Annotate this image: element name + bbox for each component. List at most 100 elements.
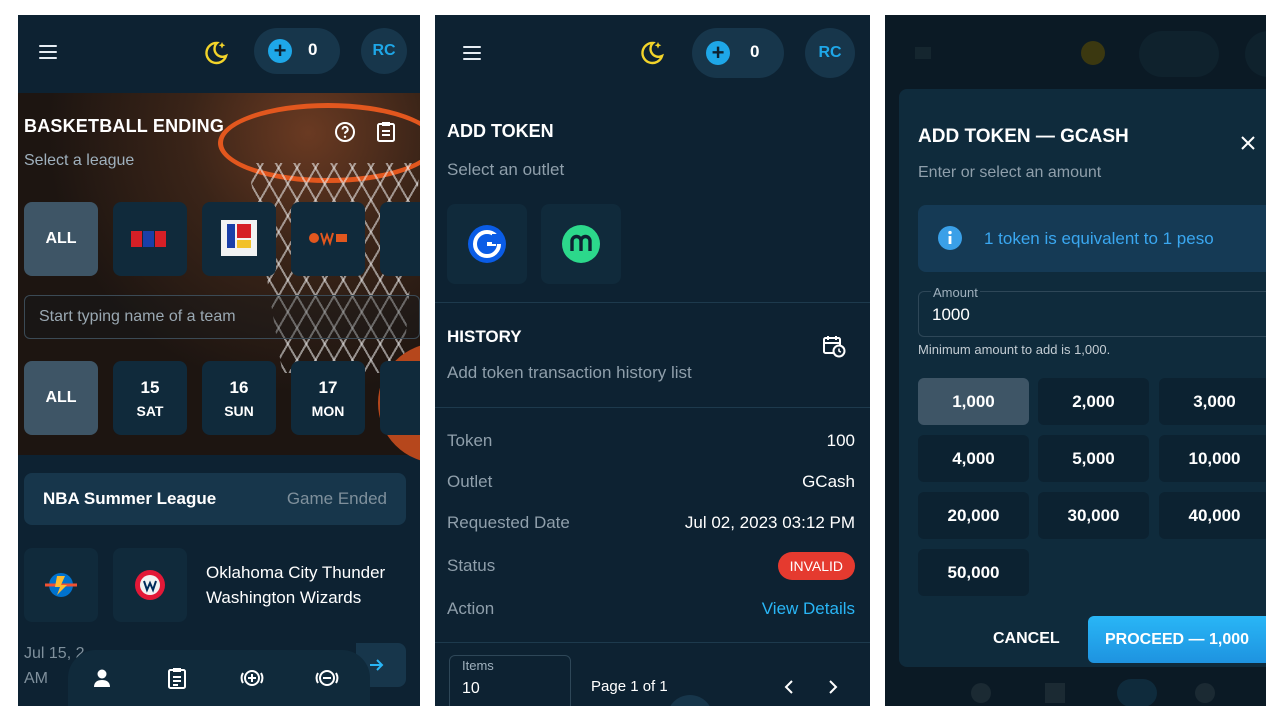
token-balance[interactable]: + 0 [692,28,784,78]
game-status: Game Ended [286,489,387,508]
wnba-logo-icon [309,232,347,246]
maya-logo-icon [562,225,600,263]
divider [435,642,870,643]
close-icon[interactable] [1241,136,1255,150]
floating-nav-button[interactable] [667,695,713,706]
team2-name: Washington Wizards [206,588,362,607]
amount-chip-30000[interactable]: 30,000 [1038,492,1149,539]
bottom-nav [68,650,370,706]
league-card[interactable]: NBA Summer League Game Ended [24,473,406,525]
amount-input[interactable]: Amount 1000 [918,285,1266,337]
amount-chip-20000[interactable]: 20,000 [918,492,1029,539]
amount-helper-text: Minimum amount to add is 1,000. [918,342,1111,357]
amount-chip-2000[interactable]: 2,000 [1038,378,1149,425]
add-token-screen: + 0 RC ADD TOKEN Select an outlet HISTOR… [435,15,870,706]
view-details-link[interactable]: View Details [762,599,855,619]
proceed-button[interactable]: PROCEED — 1,000 [1088,616,1266,663]
league-tile-wnba[interactable] [291,202,365,276]
profile-icon [971,683,991,703]
add-token-icon[interactable]: + [268,39,292,63]
token-balance[interactable]: + 0 [254,28,340,74]
items-per-page-select[interactable]: Items 10 [449,655,571,706]
info-banner: 1 token is equivalent to 1 peso [918,205,1266,272]
date-tile-15[interactable]: 15 SAT [113,361,187,435]
hero-banner: BASKETBALL ENDING Select a league ALL St… [18,93,420,463]
info-text: 1 token is equivalent to 1 peso [984,229,1214,248]
outlet-label: Outlet [447,472,493,491]
clipboard-nav-icon [1045,683,1065,703]
dialog-subtitle: Enter or select an amount [918,164,1102,181]
outlet-value: GCash [802,472,855,491]
league-tile-pba[interactable] [113,202,187,276]
token-count: 0 [308,40,318,59]
history-subtitle: Add token transaction history list [447,363,692,382]
items-label: Items [462,658,494,673]
team1-name: Oklahoma City Thunder [206,563,386,582]
requested-date-label: Requested Date [447,513,570,532]
menu-icon[interactable] [39,45,57,59]
arrow-right-icon [370,659,384,671]
divider [435,407,870,408]
league-tile-more[interactable] [380,202,420,276]
avatar[interactable]: RC [805,28,855,78]
basketball-screen: + 0 RC BASKETBALL ENDING Select a league… [18,15,420,706]
date-tile-all[interactable]: ALL [24,361,98,435]
token-value: 100 [826,431,855,450]
moon-icon [1081,41,1105,65]
divider [435,302,870,303]
avatar [1245,31,1266,77]
moon-icon[interactable] [639,39,665,65]
amount-chip-1000[interactable]: 1,000 [918,378,1029,425]
amount-chip-50000[interactable]: 50,000 [918,549,1029,596]
date-tile-16[interactable]: 16 SUN [202,361,276,435]
avatar[interactable]: RC [361,28,407,74]
calendar-history-icon[interactable] [822,334,846,358]
amount-chip-3000[interactable]: 3,000 [1159,378,1266,425]
help-icon[interactable] [334,121,356,143]
token-balance [1139,31,1219,77]
amount-chip-4000[interactable]: 4,000 [918,435,1029,482]
team2-logo [113,548,187,622]
chevron-left-icon[interactable] [783,679,795,695]
clipboard-nav-icon[interactable] [165,666,189,690]
outlet-maya[interactable] [541,204,621,284]
history-title: HISTORY [447,327,522,346]
top-bar: + 0 RC [18,15,420,90]
withdraw-token-nav-icon [1195,683,1215,703]
date-tile-17[interactable]: 17 MON [291,361,365,435]
profile-icon[interactable] [90,666,114,690]
cancel-button[interactable]: CANCEL [993,630,1060,648]
team-search-input[interactable]: Start typing name of a team [24,295,420,339]
amount-chip-40000[interactable]: 40,000 [1159,492,1266,539]
amount-chip-10000[interactable]: 10,000 [1159,435,1266,482]
page-title: BASKETBALL ENDING [24,116,225,136]
pba-logo-icon [131,231,166,247]
team-search-placeholder: Start typing name of a team [39,308,236,325]
gcash-logo-icon [468,225,506,263]
top-bar: + 0 RC [435,15,870,90]
date-tile-more[interactable] [380,361,420,435]
moon-icon[interactable] [203,39,229,65]
add-token-dialog: ADD TOKEN — GCASH Enter or select an amo… [899,89,1266,667]
clipboard-icon[interactable] [375,120,397,142]
league-tile-mpbl[interactable] [202,202,276,276]
withdraw-token-nav-icon[interactable] [315,666,339,690]
mpbl-logo-icon [221,220,257,256]
add-token-nav-icon[interactable] [240,666,264,690]
outlet-gcash[interactable] [447,204,527,284]
token-count: 0 [750,42,760,61]
page-indicator: Page 1 of 1 [591,678,668,695]
add-token-gcash-screen: ADD TOKEN — GCASH Enter or select an amo… [885,15,1266,706]
chevron-right-icon[interactable] [827,679,839,695]
add-token-icon[interactable]: + [706,41,730,65]
menu-icon[interactable] [463,46,481,60]
page-subtitle: Select an outlet [447,160,565,179]
dialog-title: ADD TOKEN — GCASH [918,126,1129,147]
amount-chip-5000[interactable]: 5,000 [1038,435,1149,482]
action-label: Action [447,599,495,618]
amount-label: Amount [931,285,980,300]
status-badge: INVALID [777,552,855,580]
league-tile-all[interactable]: ALL [24,202,98,276]
amount-value: 1000 [932,305,970,324]
page-title: ADD TOKEN [447,121,554,141]
